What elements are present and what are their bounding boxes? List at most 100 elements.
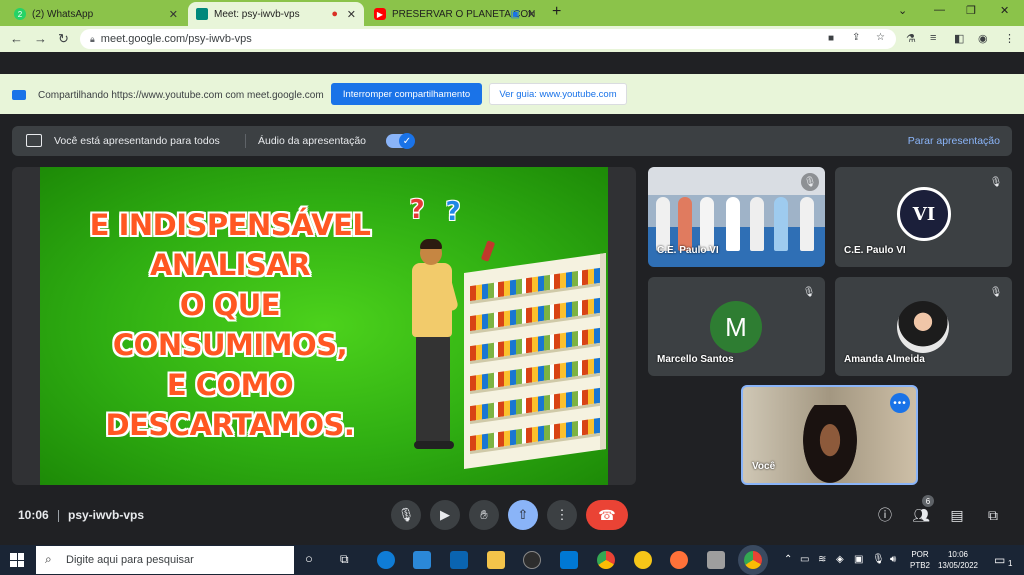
mail-icon[interactable] [450,551,468,569]
tab-strip: 2 (2) WhatsApp ✕ Meet: psy-iwvb-vps ● ✕ … [0,0,1024,26]
divider [58,510,59,522]
participant-name: Marcello Santos [657,354,734,365]
more-options-icon[interactable]: ••• [890,393,910,413]
people-icon[interactable]: 👥︎ [910,504,932,526]
participant-name: C.E. Paulo VI [657,245,719,256]
lab-icon[interactable]: ⚗ [906,32,916,45]
participant-tile[interactable]: M 🎙︎ Marcello Santos [648,277,825,376]
windows-taskbar: ⌕ Digite aqui para pesquisar ○ ⧉ ⌃ ▭ ≋ ◈… [0,545,1024,575]
app-tray-icon[interactable]: ◈ [836,554,844,565]
media-icon[interactable]: ≡ [930,32,936,44]
participant-name: Você [752,461,776,472]
new-tab-button[interactable]: + [552,3,561,21]
recording-icon: ● [331,8,338,20]
people-count-badge: 6 [922,495,934,507]
mic-off-icon: 🎙︎ [801,173,819,191]
tab-label: Meet: psy-iwvb-vps [214,8,300,20]
side-panel-icon[interactable]: ◧ [954,32,964,45]
person-silhouette [656,197,670,251]
tab-youtube[interactable]: ▶ PRESERVAR O PLANETA CON ▣ ✕ [366,2,544,26]
red-question-mark-icon: ? [409,195,425,225]
taskbar-search[interactable]: ⌕ Digite aqui para pesquisar [36,546,294,574]
menu-icon[interactable]: ⋮ [1004,32,1015,45]
notification-count: 1 [1008,559,1013,568]
participant-tile[interactable]: VI 🎙︎ C.E. Paulo VI [835,167,1012,267]
task-view-icon[interactable]: ⧉ [340,552,349,567]
camera-button[interactable]: ▶ [430,500,460,530]
keyboard-layout: PTB2 [910,561,931,570]
person-silhouette [750,197,764,251]
edge-icon[interactable] [377,551,395,569]
present-screen-icon [26,134,42,147]
minimize-button[interactable]: — [934,4,945,16]
meeting-code: psy-iwvb-vps [68,508,145,522]
meeting-details-icon[interactable]: ⓘ [874,504,896,526]
restore-button[interactable]: ❐ [966,4,976,17]
self-video [803,405,857,483]
close-window-button[interactable]: ✕ [1000,4,1009,17]
calculator-icon[interactable] [707,551,725,569]
notifications-icon[interactable]: ▭ [994,553,1005,567]
teams-icon[interactable] [560,551,578,569]
close-icon[interactable]: ✕ [169,8,178,21]
hang-up-button[interactable]: ☎︎ [586,500,628,530]
lock-icon: 🔒︎ [90,33,95,44]
tab-whatsapp[interactable]: 2 (2) WhatsApp ✕ [6,2,186,26]
firefox-icon[interactable] [670,551,688,569]
language-indicator[interactable]: POR PTB2 [910,549,930,571]
slide-line: O QUE [179,288,281,322]
volume-icon[interactable]: 🔊︎ [890,554,896,565]
weather-icon[interactable] [634,551,652,569]
present-button[interactable]: ⇧ [508,500,538,530]
close-icon[interactable]: ✕ [347,8,356,21]
camera-icon[interactable]: ■ [828,33,834,44]
stop-sharing-button[interactable]: Interromper compartilhamento [331,83,482,105]
sharing-text: Compartilhando https://www.youtube.com c… [38,90,324,101]
dell-icon[interactable] [523,551,541,569]
slide-line: ANALISAR [149,248,311,282]
close-icon[interactable]: ✕ [527,8,536,21]
more-options-button[interactable]: ⋮ [547,500,577,530]
mic-tray-icon[interactable]: 🎙︎ [872,554,885,565]
cast-icon: ▣ [510,8,520,20]
activities-icon[interactable]: ⧉ [982,504,1004,526]
back-icon[interactable]: ← [10,31,23,46]
product-can [480,240,496,262]
forward-icon[interactable]: → [34,31,47,46]
cortana-icon[interactable]: ○ [305,551,313,566]
share-icon[interactable]: ⇪ [852,32,860,43]
view-tab-button[interactable]: Ver guia: www.youtube.com [489,83,627,105]
store-icon[interactable] [413,551,431,569]
security-icon[interactable]: ▣ [854,554,863,565]
person-silhouette [800,197,814,251]
chrome-active-icon[interactable] [744,551,762,569]
tab-search-icon[interactable]: ⌄ [898,4,907,17]
slide: E INDISPENSÁVEL ANALISAR O QUE CONSUMIMO… [40,167,608,485]
stop-presenting-button[interactable]: Parar apresentação [908,135,1000,147]
wifi-icon[interactable]: ≋ [818,554,826,565]
presentation-audio-toggle[interactable]: ✓ [386,133,415,149]
windows-start-icon[interactable] [10,553,24,567]
tray-overflow-icon[interactable]: ⌃ [784,554,792,565]
clock[interactable]: 10:06 13/05/2022 [936,549,980,571]
mic-off-icon: 🎙︎ [989,286,1003,298]
battery-icon[interactable]: ▭ [800,554,809,565]
self-view-tile[interactable]: ••• Você [741,385,918,485]
screen-share-icon [12,90,26,100]
chat-icon[interactable]: ▤ [946,504,968,526]
clock-date: 13/05/2022 [937,561,979,570]
participant-name: C.E. Paulo VI [844,245,906,256]
raise-hand-button[interactable]: ✋︎ [469,500,499,530]
participant-tile[interactable]: 🎙︎ C.E. Paulo VI [648,167,825,267]
file-explorer-icon[interactable] [487,551,505,569]
microphone-button[interactable]: 🎙︎ [391,500,421,530]
reload-icon[interactable]: ↻ [58,31,69,47]
address-bar[interactable]: 🔒︎ meet.google.com/psy-iwvb-vps ■ ⇪ ☆ [80,29,896,49]
chrome-icon[interactable] [597,551,615,569]
sharing-bar: Compartilhando https://www.youtube.com c… [0,74,1024,114]
meeting-time: 10:06 [18,508,49,522]
profile-icon[interactable]: ◉ [978,32,988,45]
bookmark-star-icon[interactable]: ☆ [876,32,885,43]
participant-tile[interactable]: 🎙︎ Amanda Almeida [835,277,1012,376]
tab-meet[interactable]: Meet: psy-iwvb-vps ● ✕ [188,2,364,26]
